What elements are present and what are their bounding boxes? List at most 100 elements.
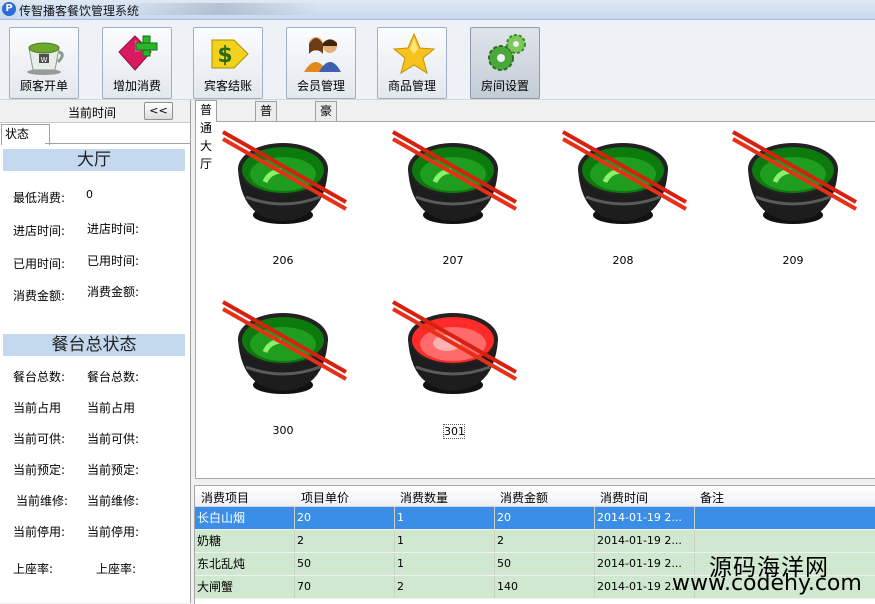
watermark-url: www.codehy.com: [672, 571, 862, 596]
main-toolbar: W 顾客开单 增加消费 $ 宾客结账 会员管理 商品管理 房间设置: [0, 20, 875, 100]
overall-status-header: 餐台总状态: [3, 334, 185, 356]
reserved-value: 当前预定:: [87, 463, 140, 477]
add-consumption-button[interactable]: 增加消费: [102, 27, 172, 99]
title-bar: P 传智播客餐饮管理系统: [0, 0, 875, 20]
disabled-label: 当前停用:: [13, 525, 66, 539]
reserved-label: 当前预定:: [13, 463, 66, 477]
cell-item: 长白山烟: [195, 507, 295, 529]
cell-amount: 2: [495, 530, 595, 552]
blurred-title-text: [120, 3, 320, 15]
dining-table-207[interactable]: 207: [391, 127, 531, 272]
bowl-chopsticks-icon: [732, 130, 857, 224]
svg-text:$: $: [217, 43, 232, 68]
occupied-value: 当前占用: [87, 401, 136, 415]
cell-amount: 20: [495, 507, 595, 529]
cell-note: [695, 507, 875, 529]
table-number-label: 208: [612, 254, 634, 267]
checkin-time-value: 进店时间:: [87, 222, 140, 236]
toolbar-button-label: 宾客结账: [203, 79, 252, 93]
min-spend-value: 0: [86, 188, 93, 201]
current-time-label: 当前时间: [68, 106, 117, 120]
toolbar-button-label: 增加消费: [112, 79, 161, 93]
bowl-chopsticks-icon: [222, 300, 347, 394]
cell-price: 70: [295, 576, 395, 598]
column-header[interactable]: 消费时间: [600, 489, 648, 506]
occupied-label: 当前占用: [13, 401, 62, 415]
cell-price: 20: [295, 507, 395, 529]
bowl-chopsticks-icon: [392, 300, 517, 394]
cell-qty: 1: [395, 507, 495, 529]
app-logo-icon: P: [2, 2, 16, 16]
bowl-chopsticks-icon: [392, 130, 517, 224]
column-header[interactable]: 消费金额: [500, 489, 548, 506]
checkout-button[interactable]: $ 宾客结账: [193, 27, 263, 99]
cell-item: 奶糖: [195, 530, 295, 552]
tab-status[interactable]: 状态: [1, 124, 50, 145]
cell-time: 2014-01-19 2...: [595, 530, 695, 552]
dining-table-209[interactable]: 209: [731, 127, 871, 272]
used-time-value: 已用时间:: [87, 254, 140, 268]
amount-value: 消费金额:: [87, 285, 140, 299]
dollar-arrow-icon: $: [211, 39, 249, 69]
current-time-bar: 当前时间 <<: [0, 100, 190, 123]
cell-time: 2014-01-19 2...: [595, 507, 695, 529]
checkin-time-label: 进店时间:: [13, 224, 66, 238]
cell-price: 50: [295, 553, 395, 575]
tab-regular-hall[interactable]: 普通大厅: [195, 100, 218, 171]
total-tables-value: 餐台总数:: [87, 370, 140, 384]
add-diamond-icon: [118, 35, 158, 71]
amount-label: 消费金额:: [13, 289, 66, 303]
column-header[interactable]: 消费项目: [201, 489, 249, 506]
toolbar-button-label: 顾客开单: [19, 79, 68, 93]
table-number-label: 207: [442, 254, 464, 267]
coffee-cup-icon: W: [27, 42, 64, 75]
star-icon: [392, 32, 436, 75]
cell-item: 东北乱炖: [195, 553, 295, 575]
toolbar-button-label: 会员管理: [296, 79, 345, 93]
svg-text:W: W: [41, 56, 48, 64]
member-management-button[interactable]: 会员管理: [286, 27, 356, 99]
column-header[interactable]: 备注: [700, 489, 724, 506]
tab-regular-room[interactable]: 普通包间: [255, 101, 278, 172]
tab-deluxe-room[interactable]: 豪华包间: [315, 101, 338, 172]
cell-qty: 2: [395, 576, 495, 598]
column-header[interactable]: 项目单价: [301, 489, 349, 506]
cell-amount: 140: [495, 576, 595, 598]
toolbar-button-label: 商品管理: [387, 79, 436, 93]
dining-table-300[interactable]: 300: [221, 297, 361, 442]
occupancy-rate-label: 上座率:: [13, 562, 54, 576]
cell-qty: 1: [395, 530, 495, 552]
column-header[interactable]: 消费数量: [400, 489, 448, 506]
table-number-label: 206: [272, 254, 294, 267]
status-panel: 当前时间 << 状态 大厅 最低消费: 0 进店时间: 进店时间: 已用时间: …: [0, 100, 191, 603]
collapse-panel-button[interactable]: <<: [144, 102, 173, 120]
hall-header: 大厅: [3, 149, 185, 171]
bowl-chopsticks-icon: [562, 130, 687, 224]
members-icon: [304, 37, 341, 72]
dining-table-208[interactable]: 208: [561, 127, 701, 272]
table-header: 消费项目 项目单价 消费数量 消费金额 消费时间 备注: [195, 486, 875, 507]
repair-label: 当前维修:: [16, 494, 69, 508]
bowl-chopsticks-icon: [222, 130, 347, 224]
room-settings-button[interactable]: 房间设置: [470, 27, 540, 99]
cell-qty: 1: [395, 553, 495, 575]
min-spend-label: 最低消费:: [13, 191, 66, 205]
gears-icon: [488, 34, 526, 71]
cell-item: 大闸蟹: [195, 576, 295, 598]
dining-table-206[interactable]: 206: [221, 127, 361, 272]
available-label: 当前可供:: [13, 432, 66, 446]
product-management-button[interactable]: 商品管理: [377, 27, 447, 99]
table-number-label: 300: [272, 424, 294, 437]
cell-amount: 50: [495, 553, 595, 575]
table-number-label: 209: [782, 254, 804, 267]
table-number-label: 301: [443, 424, 465, 439]
total-tables-label: 餐台总数:: [13, 370, 66, 384]
available-value: 当前可供:: [87, 432, 140, 446]
table-row[interactable]: 长白山烟 20 1 20 2014-01-19 2...: [195, 507, 875, 530]
cell-price: 2: [295, 530, 395, 552]
table-grid: 206 207 208 209 300 301: [195, 121, 875, 479]
occupancy-rate-value: 上座率:: [96, 562, 137, 576]
open-order-button[interactable]: W 顾客开单: [9, 27, 79, 99]
disabled-value: 当前停用:: [87, 525, 140, 539]
dining-table-301[interactable]: 301: [391, 297, 531, 442]
